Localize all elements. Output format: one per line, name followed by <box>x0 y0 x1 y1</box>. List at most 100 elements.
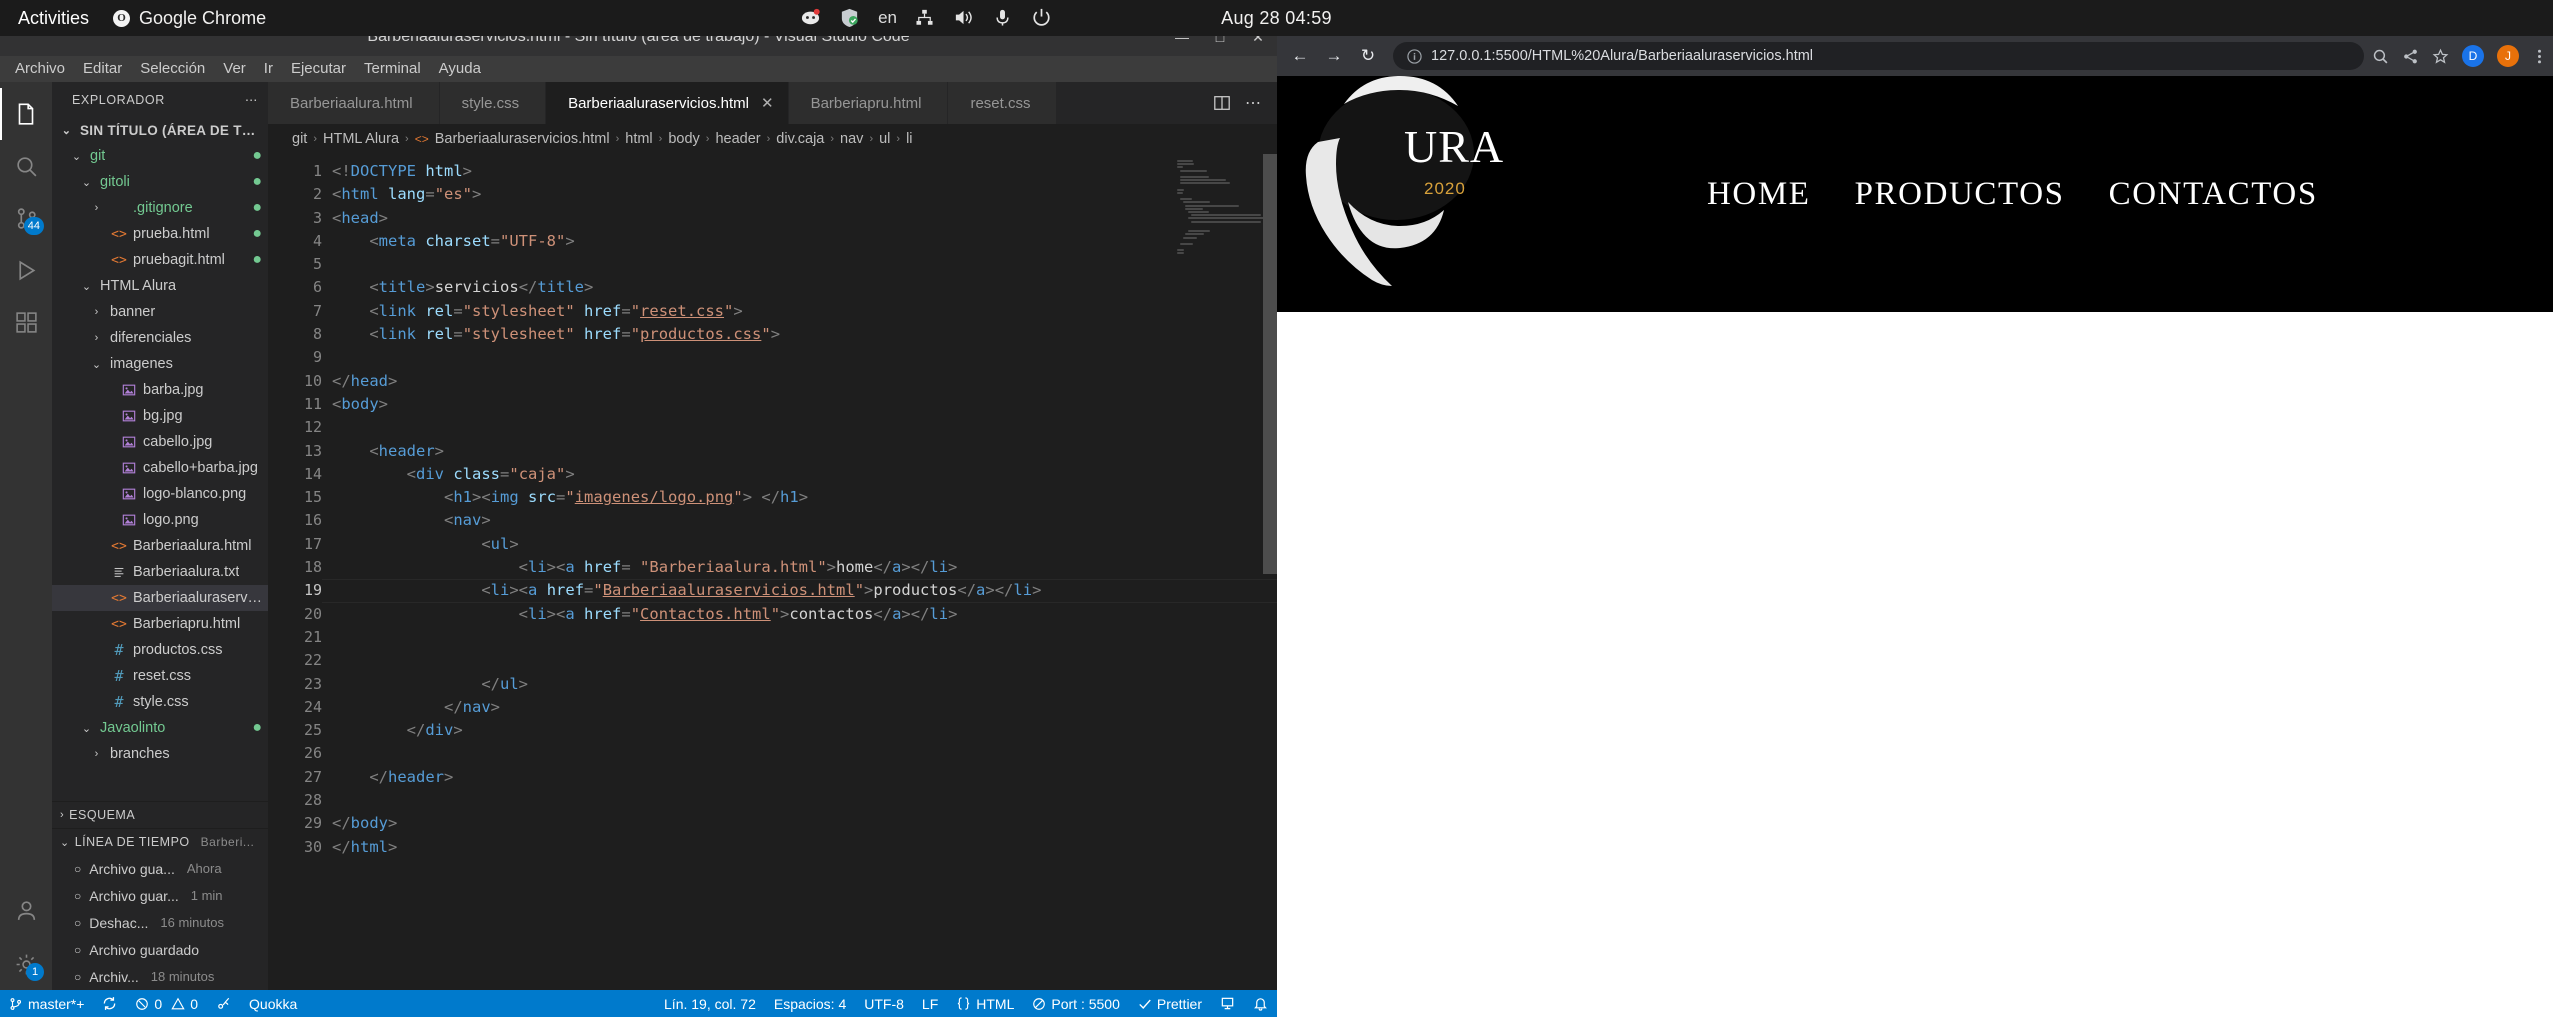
tree-item[interactable]: # productos.css <box>52 637 268 663</box>
status-language-mode[interactable]: HTML <box>947 990 1023 1017</box>
nav-link-contactos[interactable]: CONTACTOS <box>2109 176 2318 213</box>
profile-avatar-1[interactable]: D <box>2462 45 2484 67</box>
code-line[interactable]: <!DOCTYPE html> <box>332 160 1277 183</box>
code-line[interactable] <box>332 416 1277 439</box>
tree-item[interactable]: cabello.jpg <box>52 429 268 455</box>
tree-item[interactable]: <> Barberiaaluraservi... <box>52 585 268 611</box>
breadcrumb-item[interactable]: header <box>715 131 760 147</box>
twisty-icon[interactable]: ⌄ <box>68 150 85 163</box>
tree-item[interactable]: # style.css <box>52 689 268 715</box>
breadcrumb-item[interactable]: ul <box>879 131 890 147</box>
twisty-icon[interactable]: › <box>88 306 105 318</box>
code-line[interactable]: <li><a href="Contactos.html">contactos</… <box>332 603 1277 626</box>
tree-item[interactable]: # reset.css <box>52 663 268 689</box>
code-line[interactable]: <link rel="stylesheet" href="reset.css"> <box>332 300 1277 323</box>
url-text[interactable]: 127.0.0.1:5500/HTML%20Alura/Barberiaalur… <box>1431 48 1813 64</box>
code-line[interactable]: <li><a href="Barberiaaluraservicios.html… <box>322 579 1277 603</box>
tree-item[interactable]: logo-blanco.png <box>52 481 268 507</box>
activity-extensions[interactable] <box>0 296 52 348</box>
code-line[interactable] <box>332 649 1277 672</box>
timeline-item[interactable]: ○ Archiv... 18 minutos <box>52 963 268 990</box>
code-content[interactable]: <!DOCTYPE html> <html lang="es"> <head> <m… <box>322 154 1277 990</box>
activity-search[interactable] <box>0 140 52 192</box>
twisty-icon[interactable]: ⌄ <box>78 176 95 189</box>
editor-tab[interactable]: style.css <box>439 82 547 124</box>
split-editor-icon[interactable] <box>1213 94 1231 112</box>
tree-item[interactable]: › .gitignore ● <box>52 195 268 221</box>
search-zoom-icon[interactable] <box>2372 48 2389 65</box>
nav-link-home[interactable]: HOME <box>1707 176 1811 213</box>
twisty-icon[interactable]: › <box>88 748 105 760</box>
menu-item-ayuda[interactable]: Ayuda <box>430 56 490 82</box>
activity-explorer[interactable] <box>0 88 52 140</box>
menu-item-ejecutar[interactable]: Ejecutar <box>282 56 355 82</box>
editor-tab[interactable]: Barberiaalura.html <box>268 82 440 124</box>
code-line[interactable] <box>332 346 1277 369</box>
status-port[interactable]: Port : 5500 <box>1023 990 1129 1017</box>
status-indentation[interactable]: Espacios: 4 <box>765 990 855 1017</box>
code-line[interactable]: </ul> <box>332 673 1277 696</box>
timeline-item[interactable]: ○ Archivo gua... Ahora <box>52 855 268 882</box>
tree-item[interactable]: <> prueba.html ● <box>52 221 268 247</box>
status-remote-icon[interactable] <box>1211 990 1244 1017</box>
outline-header[interactable]: › ESQUEMA <box>52 802 268 828</box>
sidebar-more-icon[interactable]: ⋯ <box>245 92 258 107</box>
timeline-item[interactable]: ○ Archivo guar... 1 min <box>52 882 268 909</box>
code-line[interactable]: <nav> <box>332 509 1277 532</box>
breadcrumb-item[interactable]: div.caja <box>776 131 824 147</box>
keyboard-layout-indicator[interactable]: en <box>878 8 897 28</box>
shield-icon[interactable] <box>839 7 861 29</box>
code-line[interactable]: <html lang="es"> <box>332 183 1277 206</box>
code-line[interactable]: <link rel="stylesheet" href="productos.c… <box>332 323 1277 346</box>
code-editor[interactable]: 1 2 3 4 5 6 7 8 9 10 11 12 13 14 15 16 17 18 19 20 21 22 23 24 2… <box>268 154 1277 990</box>
twisty-icon[interactable]: ⌄ <box>88 358 105 371</box>
microphone-icon[interactable] <box>992 7 1014 29</box>
profile-avatar-2[interactable]: J <box>2497 45 2519 67</box>
tree-item[interactable]: ⌄ SIN TÍTULO (ÁREA DE TRA... <box>52 117 268 143</box>
focused-app-indicator[interactable]: O Google Chrome <box>103 8 276 29</box>
menu-item-archivo[interactable]: Archivo <box>6 56 74 82</box>
tree-item[interactable]: logo.png <box>52 507 268 533</box>
editor-tab[interactable]: reset.css <box>948 82 1058 124</box>
tree-item[interactable]: › branches <box>52 741 268 767</box>
menu-item-ver[interactable]: Ver <box>214 56 255 82</box>
menu-item-ir[interactable]: Ir <box>255 56 282 82</box>
tree-item[interactable]: › banner <box>52 299 268 325</box>
editor-scrollbar[interactable] <box>1263 154 1277 990</box>
twisty-icon[interactable]: › <box>88 332 105 344</box>
code-line[interactable]: <ul> <box>332 533 1277 556</box>
tree-item[interactable]: barba.jpg <box>52 377 268 403</box>
menu-item-terminal[interactable]: Terminal <box>355 56 430 82</box>
back-icon[interactable]: ← <box>1283 39 1317 73</box>
address-bar[interactable]: 127.0.0.1:5500/HTML%20Alura/Barberiaalur… <box>1393 42 2364 70</box>
tree-item[interactable]: › diferenciales <box>52 325 268 351</box>
status-broadcast-icon[interactable] <box>207 990 240 1017</box>
tree-item[interactable]: ⌄ Javaolinto ● <box>52 715 268 741</box>
discord-icon[interactable] <box>800 7 822 29</box>
breadcrumb-item[interactable]: li <box>906 131 912 147</box>
timeline-item[interactable]: ○ Deshac... 16 minutos <box>52 909 268 936</box>
nav-link-productos[interactable]: PRODUCTOS <box>1855 176 2065 213</box>
activity-settings[interactable]: 1 <box>0 938 52 990</box>
code-line[interactable]: </head> <box>332 370 1277 393</box>
code-line[interactable]: </nav> <box>332 696 1277 719</box>
menu-item-seleccin[interactable]: Selección <box>131 56 214 82</box>
tree-item[interactable]: ⌄ gitoli ● <box>52 169 268 195</box>
activity-source-control[interactable]: 44 <box>0 192 52 244</box>
code-line[interactable]: </body> <box>332 812 1277 835</box>
status-cursor-position[interactable]: Lín. 19, col. 72 <box>655 990 765 1017</box>
code-line[interactable]: <head> <box>332 207 1277 230</box>
code-line[interactable]: <div class="caja"> <box>332 463 1277 486</box>
status-encoding[interactable]: UTF-8 <box>855 990 913 1017</box>
tree-item[interactable]: ⌄ git ● <box>52 143 268 169</box>
code-line[interactable]: <meta charset="UTF-8"> <box>332 230 1277 253</box>
code-line[interactable] <box>332 253 1277 276</box>
status-eol[interactable]: LF <box>913 990 947 1017</box>
tree-item[interactable]: <> pruebagit.html ● <box>52 247 268 273</box>
menu-item-editar[interactable]: Editar <box>74 56 131 82</box>
star-icon[interactable] <box>2432 48 2449 65</box>
code-line[interactable]: </div> <box>332 719 1277 742</box>
tree-item[interactable]: bg.jpg <box>52 403 268 429</box>
code-line[interactable] <box>332 742 1277 765</box>
minimap[interactable] <box>1177 160 1268 280</box>
